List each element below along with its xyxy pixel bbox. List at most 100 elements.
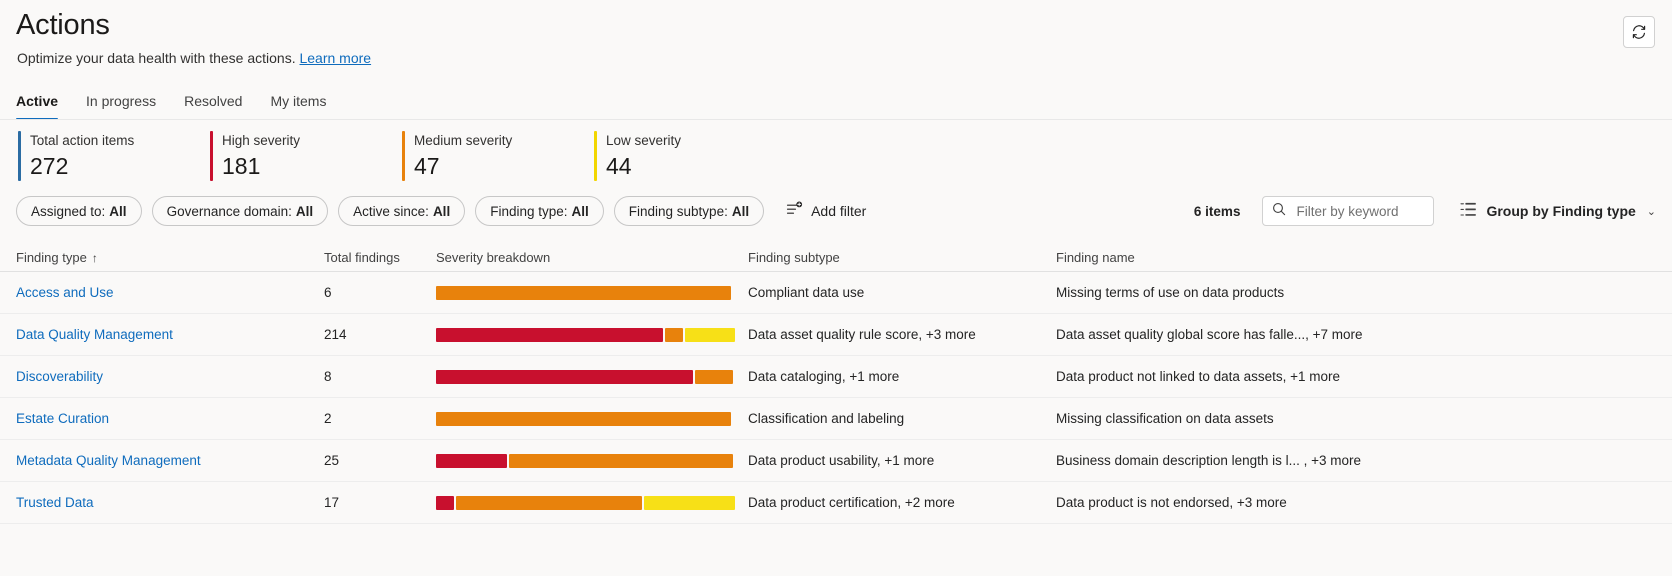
stat-label: Low severity: [606, 133, 682, 148]
stat-label: High severity: [222, 133, 301, 148]
cell-finding-type: Trusted Data: [16, 495, 324, 510]
table-row[interactable]: Trusted Data 17 Data product certification…: [0, 482, 1672, 524]
stat-value: 47: [414, 153, 440, 179]
tab-in-progress[interactable]: In progress: [72, 91, 170, 120]
add-filter-button[interactable]: Add filter: [786, 201, 866, 221]
finding-type-link[interactable]: Trusted Data: [16, 495, 94, 510]
finding-type-link[interactable]: Discoverability: [16, 369, 103, 384]
table-row[interactable]: Access and Use 6 Compliant data use Missing…: [0, 272, 1672, 314]
cell-finding-type: Access and Use: [16, 285, 324, 300]
search-input[interactable]: [1294, 202, 1425, 220]
severity-segment-medium: [694, 369, 733, 384]
severity-segment-medium: [436, 285, 731, 300]
stat-value: 272: [30, 153, 69, 179]
cell-severity-breakdown: [436, 369, 748, 384]
add-filter-label: Add filter: [811, 203, 867, 219]
tab-my-items[interactable]: My items: [256, 91, 340, 120]
stat-card-total-action-items: Total action items 272: [18, 131, 210, 181]
findings-table: Finding type ↑ Total findings Severity br…: [0, 244, 1672, 524]
filter-pill-value: All: [432, 203, 451, 219]
severity-bar: [436, 285, 731, 300]
summary-cards: Total action items 272 High severity 181…: [18, 131, 786, 181]
table-row[interactable]: Data Quality Management 214 Data asset qua…: [0, 314, 1672, 356]
cell-finding-subtype: Data asset quality rule score, +3 more: [748, 327, 976, 342]
search-box[interactable]: [1262, 196, 1435, 226]
filter-pill-label: Governance domain:: [166, 203, 292, 219]
cell-finding-subtype: Classification and labeling: [748, 411, 905, 426]
table-row[interactable]: Metadata Quality Management 25 Data produc…: [0, 440, 1672, 482]
cell-severity-breakdown: [436, 285, 748, 300]
table-body: Access and Use 6 Compliant data use Missing…: [0, 272, 1672, 524]
severity-bar: [436, 453, 733, 468]
toolbar-right: 6 items Group by Finding type ⌄: [1194, 196, 1656, 226]
cell-finding-name: Business domain description length is l.…: [1056, 453, 1362, 468]
filter-pill-label: Finding type:: [490, 203, 568, 219]
severity-bar: [436, 369, 733, 384]
stat-card-high-severity: High severity 181: [210, 131, 402, 181]
cell-finding-subtype: Data product usability, +1 more: [748, 453, 935, 468]
severity-segment-high: [436, 369, 693, 384]
cell-finding-type: Data Quality Management: [16, 327, 324, 342]
severity-segment-high: [436, 453, 507, 468]
cell-total-findings: 6: [324, 285, 332, 300]
table-header-row: Finding type ↑ Total findings Severity br…: [0, 244, 1672, 272]
stat-label: Total action items: [30, 133, 135, 148]
filter-pill-governance-domain[interactable]: Governance domain: All: [151, 196, 329, 226]
filter-bar: Assigned to: All Governance domain: All …: [16, 196, 866, 226]
refresh-icon: [1631, 24, 1647, 40]
severity-bar: [436, 495, 735, 510]
stat-card-low-severity: Low severity 44: [594, 131, 786, 181]
filter-pill-finding-type[interactable]: Finding type: All: [475, 196, 604, 226]
stat-accent-bar: [594, 131, 597, 181]
stat-value: 44: [606, 153, 632, 179]
severity-segment-low: [684, 327, 735, 342]
tab-resolved[interactable]: Resolved: [170, 91, 256, 120]
filter-pill-assigned-to[interactable]: Assigned to: All: [16, 196, 142, 226]
cell-total-findings: 17: [324, 495, 340, 510]
severity-segment-medium: [436, 411, 731, 426]
column-header-finding-type[interactable]: Finding type ↑: [16, 250, 324, 265]
filter-pill-label: Assigned to:: [31, 203, 106, 219]
column-header-label: Finding type: [16, 250, 87, 265]
cell-finding-name: Data product not linked to data assets, …: [1056, 369, 1341, 384]
severity-segment-medium: [665, 327, 683, 342]
group-by-button[interactable]: Group by Finding type ⌄: [1460, 202, 1656, 220]
cell-finding-name: Data product is not endorsed, +3 more: [1056, 495, 1287, 510]
actions-page: Actions Optimize your data health with t…: [0, 0, 1672, 576]
stat-accent-bar: [210, 131, 213, 181]
stat-card-medium-severity: Medium severity 47: [402, 131, 594, 181]
refresh-button[interactable]: [1623, 16, 1655, 48]
table-row[interactable]: Discoverability 8 Data cataloging, +1 more…: [0, 356, 1672, 398]
filter-pill-value: All: [109, 203, 127, 219]
search-icon: [1272, 202, 1286, 221]
severity-bar: [436, 411, 731, 426]
stat-value: 181: [222, 153, 261, 179]
filter-pill-active-since[interactable]: Active since: All: [338, 196, 466, 226]
stat-accent-bar: [18, 131, 21, 181]
finding-type-link[interactable]: Metadata Quality Management: [16, 453, 201, 468]
tablist: Active In progress Resolved My items: [16, 88, 340, 120]
filter-pill-finding-subtype[interactable]: Finding subtype: All: [613, 196, 765, 226]
learn-more-link[interactable]: Learn more: [299, 50, 371, 66]
cell-finding-subtype: Compliant data use: [748, 285, 865, 300]
severity-segment-low: [643, 495, 735, 510]
finding-type-link[interactable]: Estate Curation: [16, 411, 109, 426]
column-header-finding-name[interactable]: Finding name: [1056, 250, 1656, 265]
sort-ascending-icon: ↑: [91, 251, 98, 265]
severity-segment-high: [436, 495, 454, 510]
column-header-severity-breakdown[interactable]: Severity breakdown: [436, 250, 748, 265]
finding-type-link[interactable]: Data Quality Management: [16, 327, 173, 342]
column-header-finding-subtype[interactable]: Finding subtype: [748, 250, 1056, 265]
cell-finding-name: Data asset quality global score has fall…: [1056, 327, 1363, 342]
cell-severity-breakdown: [436, 411, 748, 426]
finding-type-link[interactable]: Access and Use: [16, 285, 114, 300]
cell-severity-breakdown: [436, 453, 748, 468]
cell-finding-name: Missing terms of use on data products: [1056, 285, 1285, 300]
tab-active[interactable]: Active: [16, 91, 72, 120]
filter-pill-value: All: [571, 203, 589, 219]
table-row[interactable]: Estate Curation 2 Classification and label…: [0, 398, 1672, 440]
column-header-total-findings[interactable]: Total findings: [324, 250, 436, 265]
cell-finding-type: Estate Curation: [16, 411, 324, 426]
filter-pill-value: All: [295, 203, 314, 219]
cell-severity-breakdown: [436, 495, 748, 510]
